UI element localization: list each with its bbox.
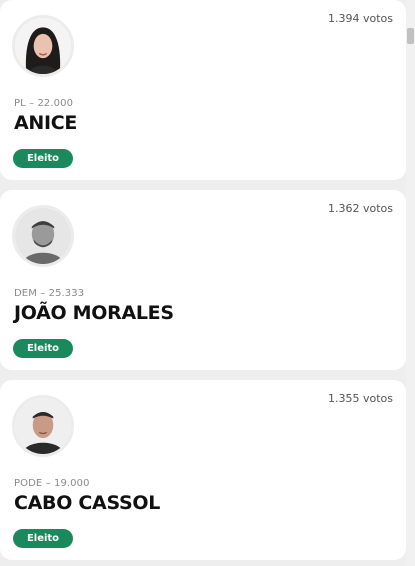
candidate-photo [12, 15, 74, 77]
party-number: PL – 22.000 [14, 98, 74, 109]
vote-count: 1.362 votos [327, 202, 393, 215]
candidate-card[interactable]: 1.394 votos PL – 22.000 ANICE Eleito [0, 0, 406, 180]
scrollbar-thumb[interactable] [407, 28, 414, 44]
candidate-photo [12, 205, 74, 267]
vote-count: 1.394 votos [327, 12, 393, 25]
candidate-photo-icon [15, 398, 71, 454]
candidate-photo [12, 395, 74, 457]
candidate-name: JOÃO MORALES [14, 302, 174, 324]
vote-count: 1.355 votos [327, 392, 393, 405]
candidate-photo-icon [15, 208, 71, 264]
party-number: DEM – 25.333 [14, 288, 85, 299]
candidate-card[interactable]: 1.355 votos PODE – 19.000 CABO CASSOL El… [0, 380, 406, 560]
party-number: PODE – 19.000 [14, 478, 90, 489]
status-badge: Eleito [13, 339, 73, 358]
candidate-photo-icon [15, 18, 71, 74]
candidate-name: ANICE [14, 112, 78, 134]
status-badge: Eleito [13, 149, 73, 168]
status-badge: Eleito [13, 529, 73, 548]
candidate-name: CABO CASSOL [14, 492, 161, 514]
candidate-card[interactable]: 1.362 votos DEM – 25.333 JOÃO MORALES El… [0, 190, 406, 370]
scrollbar[interactable] [406, 0, 415, 566]
